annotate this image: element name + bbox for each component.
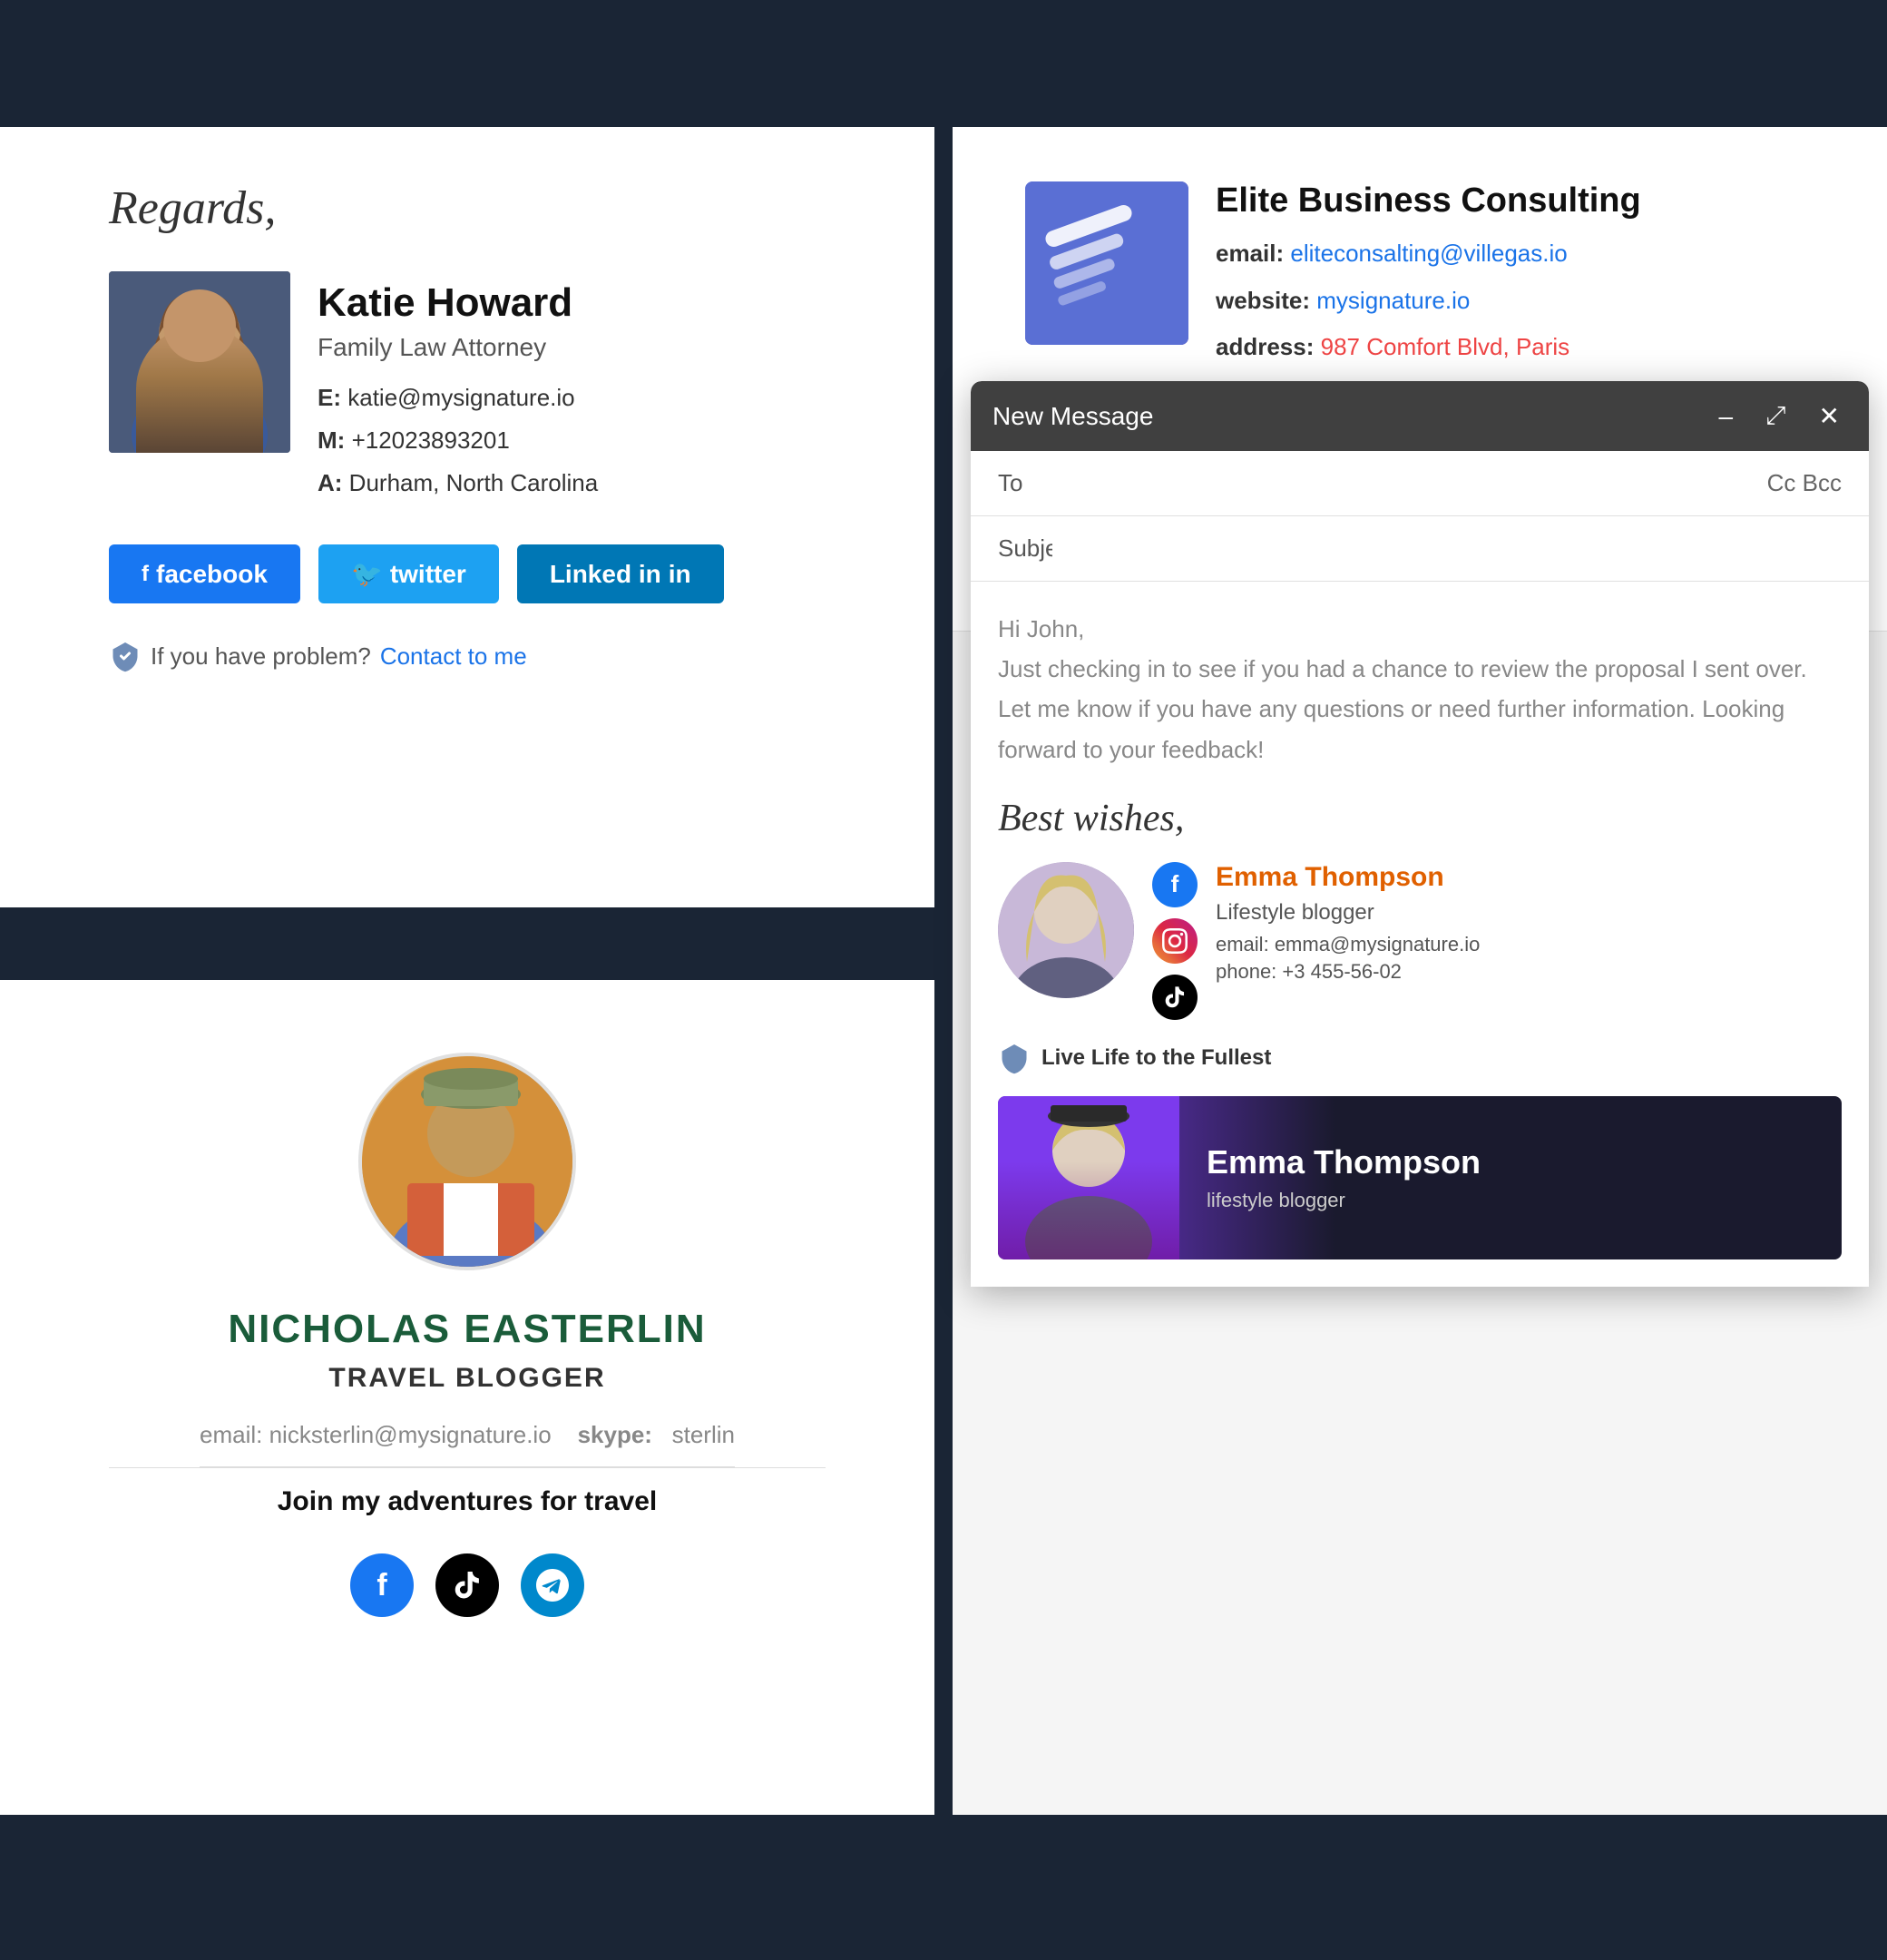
elite-email-link[interactable]: eliteconsalting@villegas.io — [1290, 240, 1567, 267]
left-panel: Regards, — [0, 127, 934, 1815]
compose-subject-input[interactable] — [1052, 534, 1842, 563]
emma-facebook-icon[interactable]: f — [1152, 862, 1198, 907]
compose-close-button[interactable]: ✕ — [1812, 397, 1847, 435]
nicholas-socials: f — [109, 1553, 826, 1617]
compose-to-field: To Cc Bcc — [971, 451, 1869, 516]
vertical-divider — [934, 127, 953, 1815]
live-life-text: Live Life to the Fullest — [1041, 1045, 1271, 1071]
left-bottom-section: NICHOLAS EASTERLIN TRAVEL BLOGGER email:… — [0, 980, 934, 1815]
compose-to-label: To — [998, 469, 1052, 497]
nicholas-telegram-icon[interactable] — [521, 1553, 584, 1617]
nicholas-email: nicksterlin@mysignature.io — [269, 1421, 552, 1448]
linkedin-icon: in — [669, 560, 691, 589]
katie-info: Katie Howard Family Law Attorney E: kati… — [318, 271, 598, 508]
left-top-section: Regards, — [0, 127, 934, 907]
emma-banner-role: lifestyle blogger — [1207, 1189, 1481, 1212]
nicholas-skype-label: skype: — [578, 1421, 652, 1448]
emma-signature: f Emma — [998, 862, 1842, 1020]
katie-mobile: M: +12023893201 — [318, 423, 598, 458]
compose-to-input[interactable] — [1052, 469, 1767, 497]
emma-instagram-icon[interactable] — [1152, 918, 1198, 964]
emma-avatar — [998, 862, 1134, 998]
regards-text: Regards, — [109, 181, 826, 235]
emma-banner-photo — [998, 1096, 1179, 1259]
compose-cc-bcc[interactable]: Cc Bcc — [1767, 469, 1842, 497]
elite-logo — [1025, 181, 1188, 345]
nicholas-title: TRAVEL BLOGGER — [109, 1363, 826, 1394]
fb-icon: f — [142, 562, 149, 587]
nicholas-skype: sterlin — [672, 1421, 735, 1448]
elite-email: email: eliteconsalting@villegas.io — [1216, 235, 1641, 273]
katie-social-buttons: f facebook 🐦 twitter Linked in in — [109, 544, 826, 603]
elite-card: Elite Business Consulting email: eliteco… — [1025, 181, 1814, 376]
right-panel: Elite Business Consulting email: eliteco… — [953, 127, 1887, 1815]
nicholas-tiktok-icon[interactable] — [435, 1553, 499, 1617]
nicholas-email-label: email: — [200, 1421, 262, 1448]
compose-subject-label: Subject — [998, 534, 1052, 563]
best-wishes-text: Best wishes, — [998, 797, 1842, 840]
compose-title: New Message — [992, 402, 1153, 431]
contact-note: If you have problem? Contact to me — [109, 640, 826, 672]
katie-twitter-button[interactable]: 🐦 twitter — [318, 544, 499, 603]
email-label: E: — [318, 384, 341, 411]
live-life-icon — [998, 1042, 1031, 1074]
emma-banner-name: Emma Thompson — [1207, 1143, 1481, 1181]
nicholas-avatar — [358, 1053, 576, 1270]
compose-subject-field: Subject — [971, 516, 1869, 582]
emma-social-icons: f — [1152, 862, 1198, 1020]
emma-tiktok-icon[interactable] — [1152, 975, 1198, 1020]
compose-controls: – ⤢ ✕ — [1712, 397, 1847, 435]
nicholas-avatar-container — [109, 1053, 826, 1270]
left-dark-separator — [0, 907, 934, 980]
katie-address: A: Durham, North Carolina — [318, 466, 598, 501]
elite-info: Elite Business Consulting email: eliteco… — [1216, 181, 1641, 376]
top-bar — [0, 0, 1887, 127]
twitter-icon: 🐦 — [351, 559, 383, 589]
emma-email-line: email: emma@mysignature.io — [1216, 933, 1842, 956]
compose-header: New Message – ⤢ ✕ — [971, 381, 1869, 451]
compose-minimize-button[interactable]: – — [1712, 398, 1741, 435]
shield-icon — [109, 640, 142, 672]
nicholas-cta: Join my adventures for travel — [109, 1486, 826, 1517]
emma-name-link[interactable]: Emma Thompson — [1216, 862, 1842, 893]
main-area: Regards, — [0, 127, 1887, 1815]
compose-expand-button[interactable]: ⤢ — [1758, 397, 1793, 435]
emma-banner-text: Emma Thompson lifestyle blogger — [1179, 1125, 1508, 1230]
compose-window: New Message – ⤢ ✕ To Cc Bcc Subject Hi J… — [971, 381, 1869, 1287]
compose-body-text: Hi John, Just checking in to see if you … — [998, 609, 1842, 769]
address-label: A: — [318, 469, 342, 496]
nicholas-name: NICHOLAS EASTERLIN — [109, 1307, 826, 1352]
elite-address: address: 987 Comfort Blvd, Paris — [1216, 328, 1641, 367]
emma-banner: Emma Thompson lifestyle blogger — [998, 1096, 1842, 1259]
katie-avatar — [109, 271, 290, 453]
emma-banner-overlay — [998, 1161, 1179, 1259]
katie-name: Katie Howard — [318, 280, 598, 326]
katie-title: Family Law Attorney — [318, 333, 598, 362]
bottom-bar — [0, 1815, 1887, 1942]
katie-signature-card: Katie Howard Family Law Attorney E: kati… — [109, 271, 826, 508]
nicholas-facebook-icon[interactable]: f — [350, 1553, 414, 1617]
nicholas-contact: email: nicksterlin@mysignature.io skype:… — [109, 1421, 826, 1468]
emma-role: Lifestyle blogger — [1216, 900, 1842, 926]
emma-info: Emma Thompson Lifestyle blogger email: e… — [1216, 862, 1842, 987]
compose-body[interactable]: Hi John, Just checking in to see if you … — [971, 582, 1869, 1287]
elite-company-name: Elite Business Consulting — [1216, 181, 1641, 220]
katie-facebook-button[interactable]: f facebook — [109, 544, 300, 603]
emma-phone-line: phone: +3 455-56-02 — [1216, 960, 1842, 984]
katie-linkedin-button[interactable]: Linked in in — [517, 544, 724, 603]
elite-website: website: mysignature.io — [1216, 282, 1641, 320]
mobile-label: M: — [318, 426, 345, 454]
katie-email: E: katie@mysignature.io — [318, 380, 598, 416]
live-life-note: Live Life to the Fullest — [998, 1042, 1842, 1074]
elite-website-link[interactable]: mysignature.io — [1316, 287, 1470, 314]
contact-link[interactable]: Contact to me — [380, 642, 527, 671]
